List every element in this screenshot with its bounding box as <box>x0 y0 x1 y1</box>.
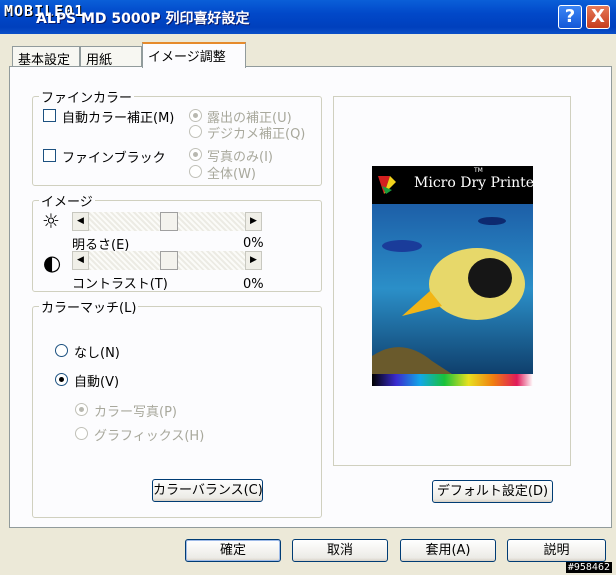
watermark: #958462 <box>565 562 612 573</box>
preview-brand: Micro Dry Printer <box>414 175 533 191</box>
contrast-label: コントラスト(T) <box>72 277 168 292</box>
match-none-radio[interactable] <box>55 344 68 357</box>
brightness-slider-thumb[interactable] <box>160 212 178 231</box>
whole-radio[interactable] <box>189 165 202 178</box>
color-photo-label: カラー写真(P) <box>94 405 177 420</box>
auto-color-correct-label: 自動カラー補正(M) <box>62 111 175 126</box>
color-balance-button[interactable]: カラーバランス(C) <box>152 479 263 502</box>
match-auto-label: 自動(V) <box>74 375 120 390</box>
tab-basic-settings[interactable]: 基本設定 <box>12 46 80 68</box>
contrast-value: 0% <box>243 277 264 292</box>
whole-label: 全体(W) <box>207 167 256 182</box>
color-photo-radio[interactable] <box>75 403 88 416</box>
contrast-slider[interactable]: ◀ ▶ <box>72 251 262 270</box>
preview-tm: TM <box>474 167 483 174</box>
brightness-right-arrow[interactable]: ▶ <box>245 212 262 231</box>
fish-photo <box>372 166 533 386</box>
close-title-button[interactable]: X <box>586 5 610 29</box>
brightness-slider[interactable]: ◀ ▶ <box>72 212 262 231</box>
brightness-sun-icon: ☼ <box>42 209 60 233</box>
image-group-title: イメージ <box>39 191 95 210</box>
fine-color-title: ファインカラー <box>39 87 135 106</box>
fine-black-checkbox[interactable] <box>43 149 56 162</box>
default-settings-button[interactable]: デフォルト設定(D) <box>432 480 553 503</box>
brightness-left-arrow[interactable]: ◀ <box>72 212 89 231</box>
contrast-left-arrow[interactable]: ◀ <box>72 251 89 270</box>
photo-only-radio[interactable] <box>189 148 202 161</box>
tab-paper[interactable]: 用紙 <box>80 46 142 68</box>
brightness-value: 0% <box>243 236 264 251</box>
digicam-correct-radio[interactable] <box>189 125 202 138</box>
exposure-correct-radio[interactable] <box>189 109 202 122</box>
ok-button[interactable]: 確定 <box>185 539 281 562</box>
digicam-correct-label: デジカメ補正(Q) <box>207 127 306 142</box>
auto-color-correct-checkbox[interactable] <box>43 109 56 122</box>
help-button[interactable]: 説明 <box>507 539 606 562</box>
contrast-right-arrow[interactable]: ▶ <box>245 251 262 270</box>
graphics-label: グラフィックス(H) <box>94 429 205 444</box>
help-icon: ? <box>564 6 576 27</box>
graphics-radio[interactable] <box>75 427 88 440</box>
help-title-button[interactable]: ? <box>558 5 582 29</box>
match-none-label: なし(N) <box>74 346 120 361</box>
contrast-icon: ◐ <box>43 251 62 275</box>
preview-image: Micro Dry Printer TM <box>372 166 533 386</box>
match-auto-radio[interactable] <box>55 373 68 386</box>
fine-black-label: ファインブラック <box>62 151 166 166</box>
tab-image-adjust[interactable]: イメージ調整 <box>142 42 246 68</box>
apply-button[interactable]: 套用(A) <box>400 539 496 562</box>
contrast-slider-thumb[interactable] <box>160 251 178 270</box>
close-icon: X <box>591 6 605 27</box>
cancel-button[interactable]: 取消 <box>292 539 388 562</box>
window-title: ALPS MD 5000P 列印喜好設定 <box>36 11 250 27</box>
color-match-title: カラーマッチ(L) <box>39 297 139 316</box>
title-bar: MOBILE01 ALPS MD 5000P 列印喜好設定 ? X <box>0 0 616 34</box>
